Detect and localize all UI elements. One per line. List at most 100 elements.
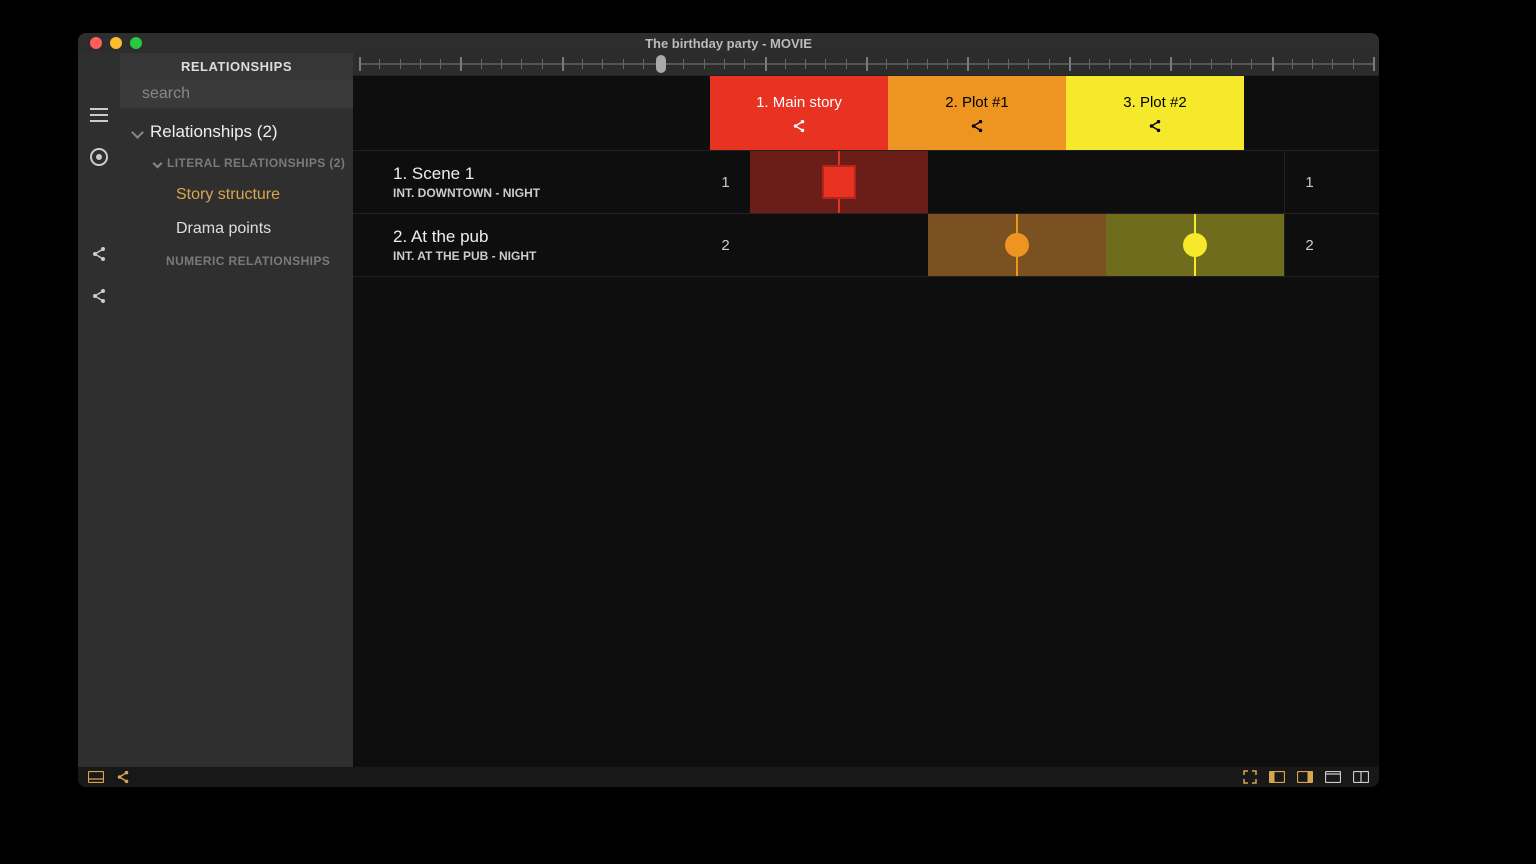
tree-item-label: Story structure (176, 186, 280, 204)
scene-cell[interactable]: 2. At the pub INT. AT THE PUB - NIGHT (353, 214, 701, 276)
ruler-tick (1211, 59, 1212, 69)
layout-window-icon[interactable] (1325, 771, 1341, 783)
tree-category-label: LITERAL RELATIONSHIPS (2) (167, 156, 345, 170)
panel-icon[interactable] (88, 771, 104, 783)
plot-cell[interactable] (928, 151, 1106, 213)
scene-row: 1. Scene 1 INT. DOWNTOWN - NIGHT 1 1 (353, 150, 1379, 213)
ruler-tick (1049, 59, 1050, 69)
ruler-tick (1312, 59, 1313, 69)
ruler-tick (1089, 59, 1090, 69)
ruler-tick (1373, 57, 1375, 71)
ruler-tick (765, 57, 767, 71)
ruler-tick (521, 59, 522, 69)
search-placeholder: search (142, 85, 190, 103)
window-title: The birthday party - MOVIE (78, 36, 1379, 51)
ruler-tick (947, 59, 948, 69)
tree-item-drama-points[interactable]: Drama points (120, 212, 353, 246)
chevron-down-icon (131, 126, 144, 139)
ruler-tick (988, 59, 989, 69)
tree-root[interactable]: Relationships (2) (120, 116, 353, 148)
ruler-tick (602, 59, 603, 69)
app-statusbar (78, 767, 1379, 787)
sidebar: RELATIONSHIPS search Relationships (2) L… (78, 53, 353, 767)
scene-title: 1. Scene 1 (393, 164, 701, 184)
plot-header-plot-2[interactable]: 3. Plot #2 (1066, 76, 1244, 150)
menu-icon[interactable] (90, 108, 108, 122)
timeline-ruler[interactable] (353, 53, 1379, 76)
share-icon (1148, 119, 1162, 133)
plot-cell[interactable] (750, 214, 928, 276)
scene-location: INT. DOWNTOWN - NIGHT (393, 186, 701, 200)
sidebar-rail (78, 53, 120, 767)
layout-right-icon[interactable] (1297, 771, 1313, 783)
ruler-tick (967, 57, 969, 71)
ruler-tick (1069, 57, 1071, 71)
ruler-tick (379, 59, 380, 69)
plot-label: 2. Plot #1 (945, 94, 1008, 111)
ruler-tick (623, 59, 624, 69)
main-area: 1. Main story 2. Plot #1 3. Plot #2 (353, 53, 1379, 767)
ruler-tick (440, 59, 441, 69)
share-icon[interactable] (116, 770, 130, 784)
ruler-tick (501, 59, 502, 69)
tree: Relationships (2) LITERAL RELATIONSHIPS … (120, 108, 353, 276)
ruler-tick (481, 59, 482, 69)
ruler-tick (724, 59, 725, 69)
ruler-tick (420, 59, 421, 69)
ruler-tick (1008, 59, 1009, 69)
plot-cell[interactable] (750, 151, 928, 213)
target-icon[interactable] (90, 148, 108, 166)
playhead[interactable] (656, 55, 666, 73)
layout-split-icon[interactable] (1353, 771, 1369, 783)
ruler-tick (805, 59, 806, 69)
ruler-tick (359, 57, 361, 71)
scene-header-spacer (353, 76, 661, 150)
tree-category-numeric[interactable]: NUMERIC RELATIONSHIPS (120, 246, 353, 276)
ruler-tick (744, 59, 745, 69)
ruler-tick (907, 59, 908, 69)
ruler-tick (1332, 59, 1333, 69)
scene-location: INT. AT THE PUB - NIGHT (393, 249, 701, 263)
ruler-tick (643, 59, 644, 69)
ruler-tick (1251, 59, 1252, 69)
sidebar-title: RELATIONSHIPS (120, 53, 353, 80)
tree-item-story-structure[interactable]: Story structure (120, 178, 353, 212)
tree-category-literal[interactable]: LITERAL RELATIONSHIPS (2) (120, 148, 353, 178)
plot-marker-circle[interactable] (1183, 233, 1207, 257)
ruler-tick (1130, 59, 1131, 69)
plot-header-plot-1[interactable]: 2. Plot #1 (888, 76, 1066, 150)
search-input[interactable]: search (120, 80, 353, 108)
share-icon[interactable] (91, 246, 107, 262)
share-icon (792, 119, 806, 133)
scene-number: 2 (701, 214, 750, 276)
scene-cell[interactable]: 1. Scene 1 INT. DOWNTOWN - NIGHT (353, 151, 701, 213)
scene-number-right: 2 (1284, 214, 1334, 276)
ruler-tick (460, 57, 462, 71)
plot-marker-square[interactable] (822, 165, 856, 199)
plot-header-main-story[interactable]: 1. Main story (710, 76, 888, 150)
ruler-tick (704, 59, 705, 69)
tree-root-label: Relationships (2) (150, 122, 278, 142)
ruler-tick (866, 57, 868, 71)
ruler-tick (1353, 59, 1354, 69)
number-header-spacer (661, 76, 710, 150)
plot-cell[interactable] (1106, 151, 1284, 213)
plot-header-row: 1. Main story 2. Plot #1 3. Plot #2 (353, 76, 1379, 150)
ruler-tick (683, 59, 684, 69)
chevron-down-icon (153, 158, 163, 168)
fullscreen-icon[interactable] (1243, 770, 1257, 784)
scene-row: 2. At the pub INT. AT THE PUB - NIGHT 2 … (353, 213, 1379, 277)
plot-cell[interactable] (928, 214, 1106, 276)
plot-grid: 1. Main story 2. Plot #1 3. Plot #2 (353, 76, 1379, 767)
plot-marker-circle[interactable] (1005, 233, 1029, 257)
ruler-tick (886, 59, 887, 69)
ruler-tick (582, 59, 583, 69)
ruler-tick (542, 59, 543, 69)
ruler-tick (825, 59, 826, 69)
ruler-tick (1190, 59, 1191, 69)
titlebar: The birthday party - MOVIE (78, 33, 1379, 53)
plot-cell[interactable] (1106, 214, 1284, 276)
ruler-tick (1170, 57, 1172, 71)
layout-left-icon[interactable] (1269, 771, 1285, 783)
share-icon[interactable] (91, 288, 107, 304)
